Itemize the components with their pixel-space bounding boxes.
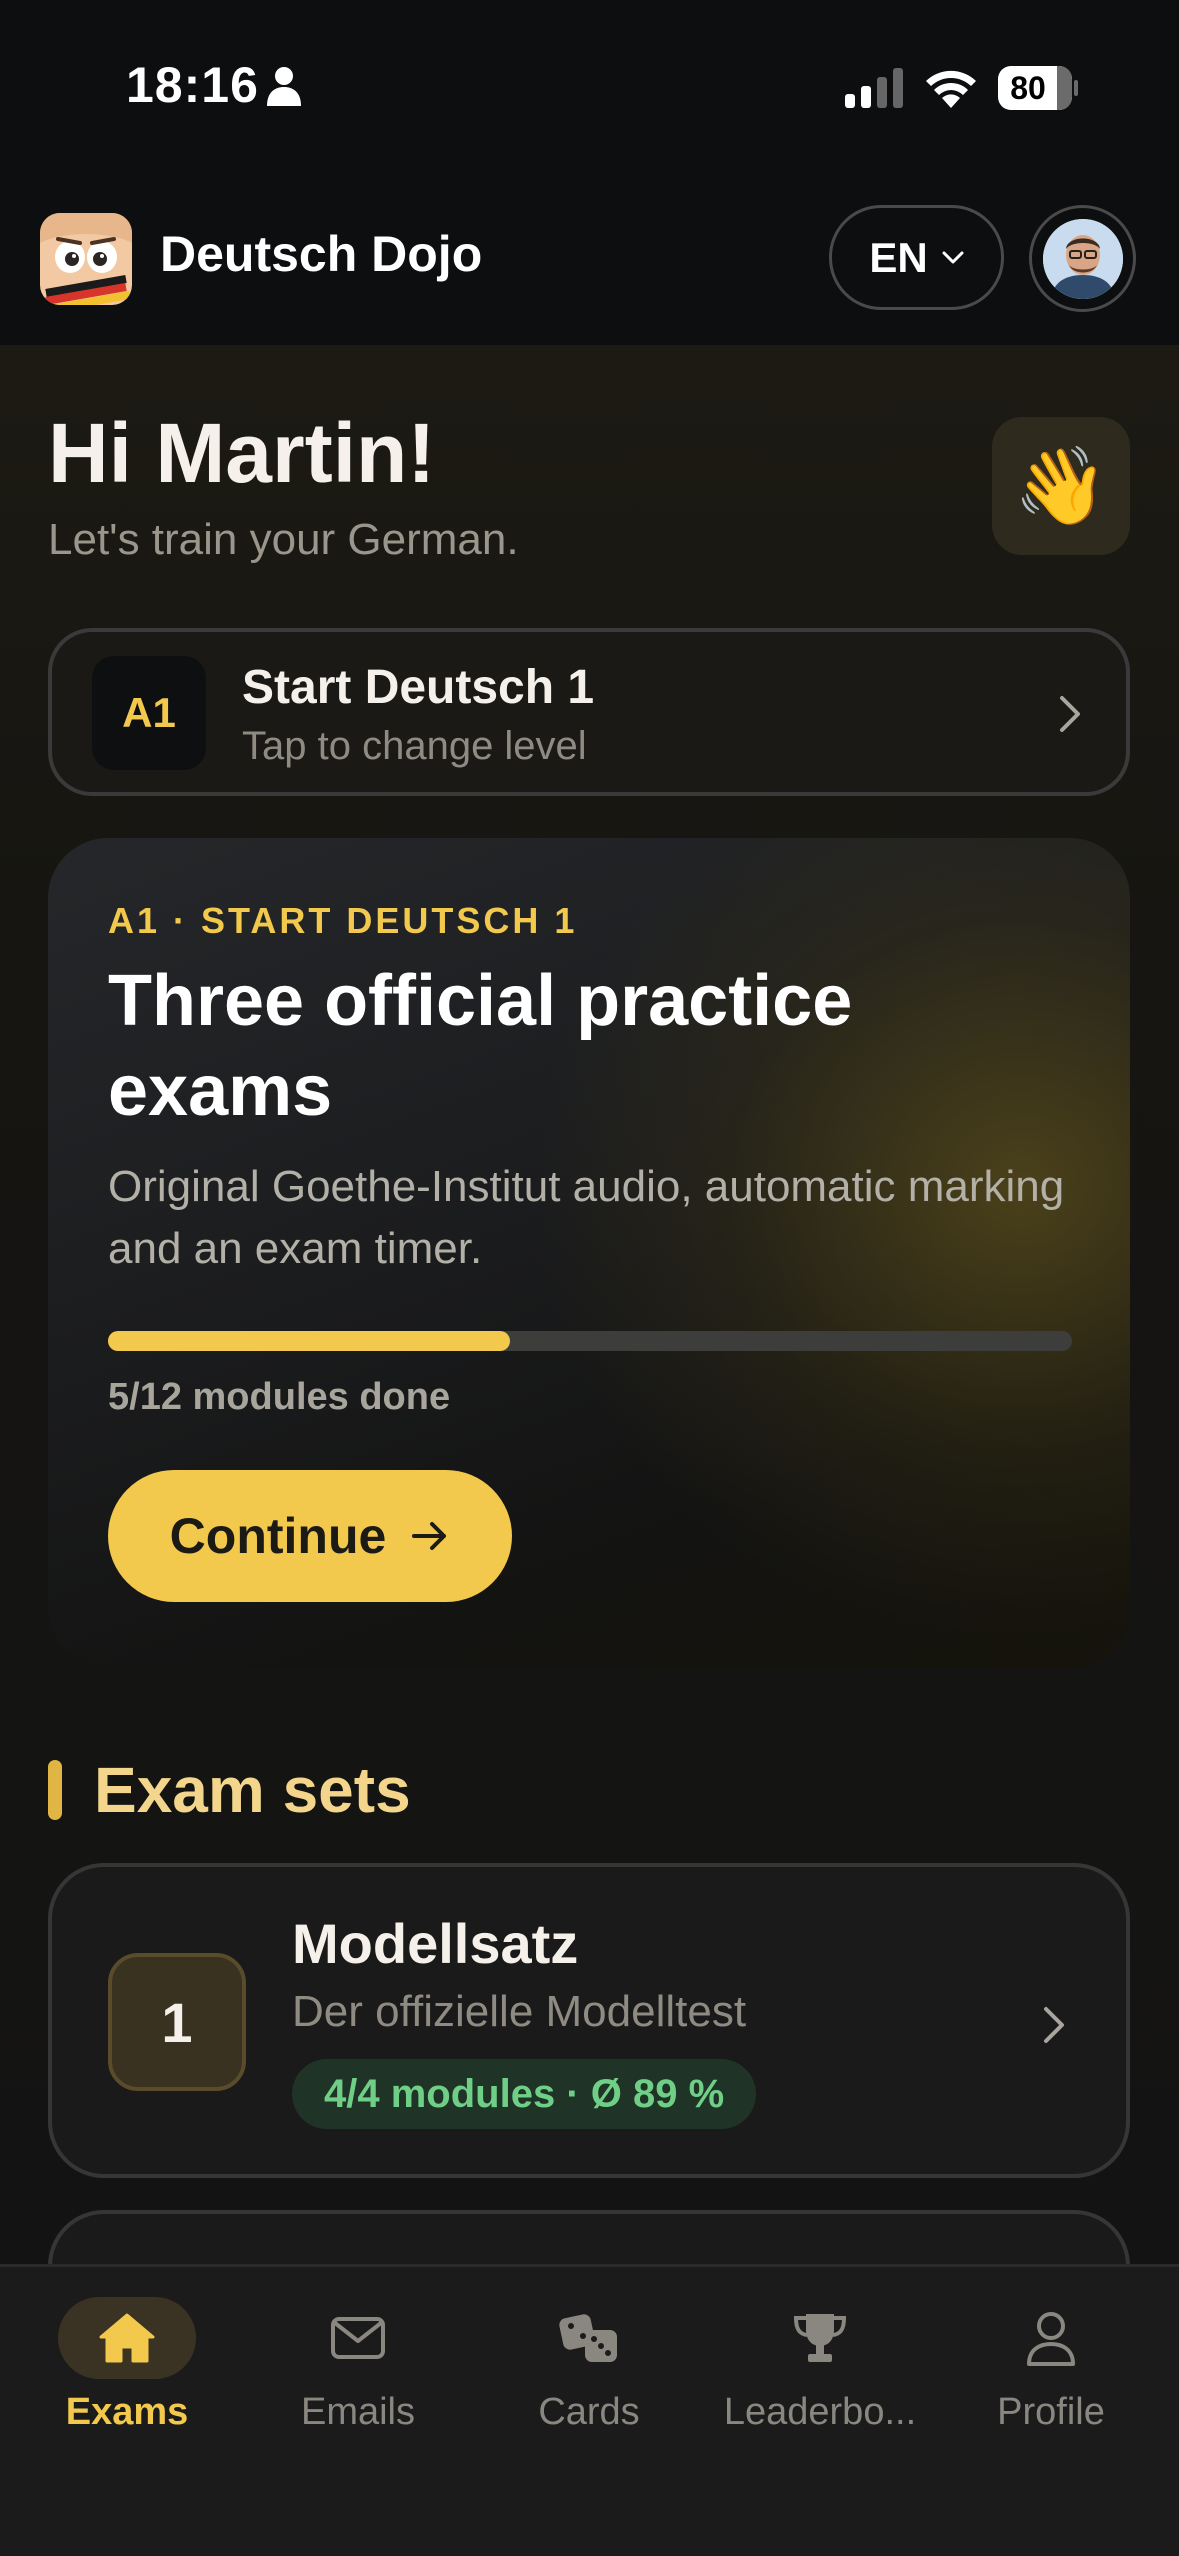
cellular-signal-icon	[845, 68, 903, 108]
tab-label: Profile	[997, 2391, 1105, 2433]
hero-kicker: A1 · START DEUTSCH 1	[108, 900, 578, 941]
tab-label: Leaderbo...	[723, 2391, 917, 2433]
wifi-icon	[926, 70, 976, 108]
avatar-photo	[1042, 218, 1123, 299]
continue-button[interactable]: Continue	[108, 1470, 512, 1602]
exam-sets-heading: Exam sets	[94, 1754, 411, 1826]
hero-title: Three official practice exams	[108, 961, 853, 1131]
battery-icon: 80	[998, 66, 1078, 110]
app-title: Deutsch Dojo	[160, 226, 483, 282]
exam-set-subtitle: Der offizielle Modelltest	[292, 1987, 747, 2036]
tab-exams[interactable]: Exams	[9, 2297, 245, 2467]
home-icon	[58, 2297, 196, 2379]
person-status-icon	[267, 67, 301, 106]
hero-description: Original Goethe-Institut audio, automati…	[108, 1162, 1065, 1273]
practice-exams-hero-card: A1 · START DEUTSCH 1 Three official prac…	[48, 838, 1130, 1668]
level-subtitle: Tap to change level	[242, 724, 587, 768]
app-header: Deutsch Dojo EN	[0, 175, 1179, 345]
tab-cards[interactable]: Cards	[471, 2297, 707, 2467]
waving-hand-icon: 👋	[992, 417, 1130, 555]
section-accent-bar	[48, 1760, 62, 1820]
app-logo-icon	[40, 213, 132, 305]
exam-set-status-badge: 4/4 modules · Ø 89 %	[292, 2059, 757, 2129]
tab-emails[interactable]: Emails	[240, 2297, 476, 2467]
exam-set-number: 1	[108, 1953, 246, 2091]
chevron-right-icon	[1044, 2007, 1064, 2043]
language-selector-button[interactable]: EN	[829, 205, 1004, 310]
mail-icon	[289, 2297, 427, 2379]
tab-profile[interactable]: Profile	[933, 2297, 1169, 2467]
battery-level: 80	[1010, 70, 1046, 106]
modules-progress-bar	[108, 1331, 1072, 1351]
chevron-right-icon	[1060, 696, 1080, 732]
tab-label: Emails	[300, 2391, 416, 2433]
language-label: EN	[869, 233, 928, 281]
person-icon	[982, 2297, 1120, 2379]
bottom-tab-bar: Exams Emails Cards Leaderbo... Profile	[0, 2264, 1179, 2556]
exam-set-card[interactable]: 1 Modellsatz Der offizielle Modelltest 4…	[48, 1863, 1130, 2178]
status-time: 18:16	[126, 57, 259, 113]
level-title: Start Deutsch 1	[242, 661, 595, 714]
arrow-right-icon	[412, 1522, 447, 1550]
greeting-title: Hi Martin!	[48, 406, 436, 500]
tab-leaderboard[interactable]: Leaderbo...	[702, 2297, 938, 2467]
progress-text: 5/12 modules done	[108, 1376, 451, 1418]
waving-hand-emoji: 👋	[1013, 444, 1109, 529]
greeting-subtitle: Let's train your German.	[48, 515, 519, 564]
trophy-icon	[751, 2297, 889, 2379]
level-badge: A1	[92, 656, 206, 770]
dice-icon	[520, 2297, 658, 2379]
user-avatar-button[interactable]	[1029, 205, 1136, 312]
level-selector-card[interactable]: A1 Start Deutsch 1 Tap to change level	[48, 628, 1130, 796]
tab-label: Exams	[65, 2391, 189, 2433]
continue-label: Continue	[169, 1508, 387, 1564]
exam-set-title: Modellsatz	[292, 1912, 579, 1975]
tab-label: Cards	[538, 2391, 640, 2433]
status-bar: 18:16 80	[0, 0, 1179, 175]
main-content: Hi Martin! Let's train your German. 👋 A1…	[0, 345, 1179, 2410]
chevron-down-icon	[942, 251, 964, 263]
modules-progress-fill	[108, 1331, 510, 1351]
